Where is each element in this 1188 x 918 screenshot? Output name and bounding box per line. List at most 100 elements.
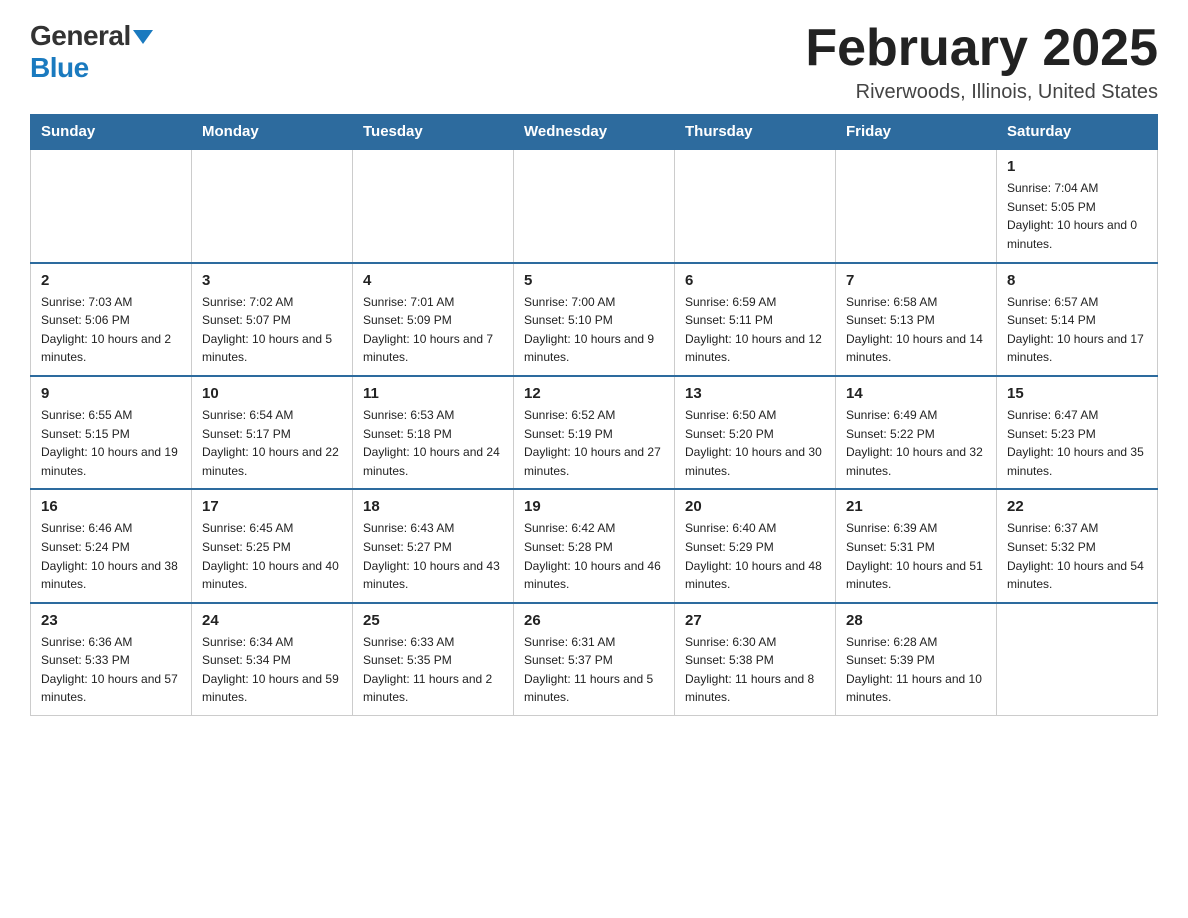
day-number: 11 <box>363 385 503 402</box>
day-info: Sunrise: 6:58 AM Sunset: 5:13 PM Dayligh… <box>846 293 986 367</box>
day-info: Sunrise: 7:02 AM Sunset: 5:07 PM Dayligh… <box>202 293 342 367</box>
day-info: Sunrise: 6:28 AM Sunset: 5:39 PM Dayligh… <box>846 633 986 707</box>
calendar-week-2: 2Sunrise: 7:03 AM Sunset: 5:06 PM Daylig… <box>31 263 1158 376</box>
day-number: 25 <box>363 612 503 629</box>
logo-general-text: General <box>30 20 131 51</box>
day-info: Sunrise: 6:34 AM Sunset: 5:34 PM Dayligh… <box>202 633 342 707</box>
day-number: 8 <box>1007 272 1147 289</box>
day-info: Sunrise: 6:30 AM Sunset: 5:38 PM Dayligh… <box>685 633 825 707</box>
calendar-cell: 22Sunrise: 6:37 AM Sunset: 5:32 PM Dayli… <box>997 489 1158 602</box>
day-info: Sunrise: 6:43 AM Sunset: 5:27 PM Dayligh… <box>363 519 503 593</box>
calendar-cell <box>31 149 192 262</box>
calendar-cell: 12 Sunrise: 6:52 AM Sunset: 5:19 PM Dayli… <box>514 376 675 489</box>
calendar-cell <box>997 603 1158 716</box>
calendar-cell: 10 Sunrise: 6:54 AM Sunset: 5:17 PM Dayli… <box>192 376 353 489</box>
calendar-cell: 8 Sunrise: 6:57 AM Sunset: 5:14 PM Daylig… <box>997 263 1158 376</box>
day-info: Sunrise: 6:54 AM Sunset: 5:17 PM Dayligh… <box>202 406 342 480</box>
day-info: Sunrise: 7:01 AM Sunset: 5:09 PM Dayligh… <box>363 293 503 367</box>
calendar-cell: 21 Sunrise: 6:39 AM Sunset: 5:31 PM Dayli… <box>836 489 997 602</box>
month-title: February 2025 <box>805 20 1158 77</box>
day-number: 4 <box>363 272 503 289</box>
calendar-cell: 23Sunrise: 6:36 AM Sunset: 5:33 PM Dayli… <box>31 603 192 716</box>
calendar-cell: 16 Sunrise: 6:46 AM Sunset: 5:24 PM Dayli… <box>31 489 192 602</box>
calendar-cell: 6 Sunrise: 6:59 AM Sunset: 5:11 PM Daylig… <box>675 263 836 376</box>
calendar-cell: 5 Sunrise: 7:00 AM Sunset: 5:10 PM Daylig… <box>514 263 675 376</box>
day-info: Sunrise: 7:00 AM Sunset: 5:10 PM Dayligh… <box>524 293 664 367</box>
day-info: Sunrise: 6:37 AM Sunset: 5:32 PM Dayligh… <box>1007 519 1147 593</box>
day-number: 26 <box>524 612 664 629</box>
calendar-cell: 3 Sunrise: 7:02 AM Sunset: 5:07 PM Daylig… <box>192 263 353 376</box>
calendar-cell: 18 Sunrise: 6:43 AM Sunset: 5:27 PM Dayli… <box>353 489 514 602</box>
day-number: 7 <box>846 272 986 289</box>
day-number: 6 <box>685 272 825 289</box>
logo-blue-text: Blue <box>30 52 89 83</box>
calendar-cell <box>514 149 675 262</box>
calendar-cell: 27 Sunrise: 6:30 AM Sunset: 5:38 PM Dayli… <box>675 603 836 716</box>
day-info: Sunrise: 6:49 AM Sunset: 5:22 PM Dayligh… <box>846 406 986 480</box>
calendar-week-3: 9Sunrise: 6:55 AM Sunset: 5:15 PM Daylig… <box>31 376 1158 489</box>
day-info: Sunrise: 6:57 AM Sunset: 5:14 PM Dayligh… <box>1007 293 1147 367</box>
day-number: 3 <box>202 272 342 289</box>
page-header: General Blue February 2025 Riverwoods, I… <box>30 20 1158 104</box>
weekday-header-friday: Friday <box>836 115 997 150</box>
weekday-header-row: SundayMondayTuesdayWednesdayThursdayFrid… <box>31 115 1158 150</box>
title-block: February 2025 Riverwoods, Illinois, Unit… <box>805 20 1158 104</box>
logo: General Blue <box>30 20 153 84</box>
calendar-cell <box>353 149 514 262</box>
calendar-cell: 19 Sunrise: 6:42 AM Sunset: 5:28 PM Dayli… <box>514 489 675 602</box>
day-number: 21 <box>846 498 986 515</box>
day-number: 10 <box>202 385 342 402</box>
day-info: Sunrise: 6:50 AM Sunset: 5:20 PM Dayligh… <box>685 406 825 480</box>
day-number: 16 <box>41 498 181 515</box>
calendar-cell: 2Sunrise: 7:03 AM Sunset: 5:06 PM Daylig… <box>31 263 192 376</box>
weekday-header-tuesday: Tuesday <box>353 115 514 150</box>
day-info: Sunrise: 7:03 AM Sunset: 5:06 PM Dayligh… <box>41 293 181 367</box>
calendar-cell: 28 Sunrise: 6:28 AM Sunset: 5:39 PM Dayli… <box>836 603 997 716</box>
day-info: Sunrise: 6:33 AM Sunset: 5:35 PM Dayligh… <box>363 633 503 707</box>
day-number: 1 <box>1007 158 1147 175</box>
weekday-header-monday: Monday <box>192 115 353 150</box>
day-number: 13 <box>685 385 825 402</box>
day-info: Sunrise: 6:45 AM Sunset: 5:25 PM Dayligh… <box>202 519 342 593</box>
calendar-cell: 24 Sunrise: 6:34 AM Sunset: 5:34 PM Dayli… <box>192 603 353 716</box>
day-number: 24 <box>202 612 342 629</box>
weekday-header-thursday: Thursday <box>675 115 836 150</box>
calendar-cell <box>192 149 353 262</box>
day-info: Sunrise: 6:39 AM Sunset: 5:31 PM Dayligh… <box>846 519 986 593</box>
calendar-cell: 9Sunrise: 6:55 AM Sunset: 5:15 PM Daylig… <box>31 376 192 489</box>
day-number: 15 <box>1007 385 1147 402</box>
day-info: Sunrise: 6:59 AM Sunset: 5:11 PM Dayligh… <box>685 293 825 367</box>
day-number: 14 <box>846 385 986 402</box>
day-number: 19 <box>524 498 664 515</box>
day-number: 23 <box>41 612 181 629</box>
calendar-cell: 15 Sunrise: 6:47 AM Sunset: 5:23 PM Dayli… <box>997 376 1158 489</box>
day-info: Sunrise: 6:53 AM Sunset: 5:18 PM Dayligh… <box>363 406 503 480</box>
calendar-cell: 1 Sunrise: 7:04 AM Sunset: 5:05 PM Daylig… <box>997 149 1158 262</box>
logo-bottom-line: Blue <box>30 52 89 84</box>
location-text: Riverwoods, Illinois, United States <box>805 81 1158 104</box>
calendar-cell: 25 Sunrise: 6:33 AM Sunset: 5:35 PM Dayli… <box>353 603 514 716</box>
day-info: Sunrise: 6:47 AM Sunset: 5:23 PM Dayligh… <box>1007 406 1147 480</box>
calendar-table: SundayMondayTuesdayWednesdayThursdayFrid… <box>30 114 1158 716</box>
day-info: Sunrise: 6:31 AM Sunset: 5:37 PM Dayligh… <box>524 633 664 707</box>
day-number: 12 <box>524 385 664 402</box>
day-info: Sunrise: 6:52 AM Sunset: 5:19 PM Dayligh… <box>524 406 664 480</box>
day-number: 18 <box>363 498 503 515</box>
calendar-week-5: 23Sunrise: 6:36 AM Sunset: 5:33 PM Dayli… <box>31 603 1158 716</box>
day-info: Sunrise: 6:46 AM Sunset: 5:24 PM Dayligh… <box>41 519 181 593</box>
weekday-header-sunday: Sunday <box>31 115 192 150</box>
day-info: Sunrise: 6:40 AM Sunset: 5:29 PM Dayligh… <box>685 519 825 593</box>
day-number: 27 <box>685 612 825 629</box>
day-info: Sunrise: 7:04 AM Sunset: 5:05 PM Dayligh… <box>1007 179 1147 253</box>
day-info: Sunrise: 6:55 AM Sunset: 5:15 PM Dayligh… <box>41 406 181 480</box>
calendar-cell: 20Sunrise: 6:40 AM Sunset: 5:29 PM Dayli… <box>675 489 836 602</box>
logo-triangle-icon <box>133 30 153 44</box>
calendar-cell: 26 Sunrise: 6:31 AM Sunset: 5:37 PM Dayli… <box>514 603 675 716</box>
day-number: 17 <box>202 498 342 515</box>
day-number: 5 <box>524 272 664 289</box>
day-number: 28 <box>846 612 986 629</box>
calendar-cell: 17 Sunrise: 6:45 AM Sunset: 5:25 PM Dayli… <box>192 489 353 602</box>
calendar-cell <box>836 149 997 262</box>
calendar-cell <box>675 149 836 262</box>
day-info: Sunrise: 6:42 AM Sunset: 5:28 PM Dayligh… <box>524 519 664 593</box>
